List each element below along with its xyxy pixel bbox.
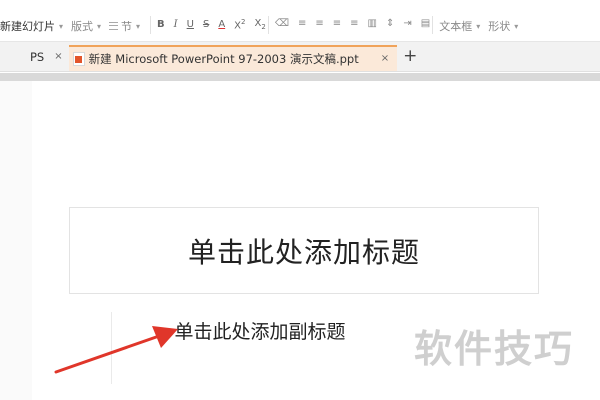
red-arrow-annotation [54, 326, 178, 374]
tab-wps-label: PS [30, 49, 45, 64]
subtitle-placeholder-text: 单击此处添加副标题 [174, 321, 346, 343]
chevron-down-icon: ▾ [514, 21, 519, 31]
title-placeholder-text: 单击此处添加标题 [187, 235, 420, 269]
chevron-down-icon: ▾ [59, 21, 64, 31]
title-placeholder[interactable]: 单击此处添加标题 [69, 207, 539, 294]
chevron-down-icon: ▾ [136, 21, 141, 31]
shape-button[interactable]: 形状 ▾ [488, 18, 518, 34]
new-slide-label: 新建幻灯片 [0, 20, 55, 33]
underline-button[interactable]: U [187, 19, 194, 30]
close-icon[interactable]: × [381, 53, 389, 64]
layout-label: 版式 [71, 20, 94, 33]
new-tab-button[interactable]: + [403, 48, 417, 65]
superscript-label: X [234, 20, 242, 32]
align-left-icon[interactable]: ≡ [298, 18, 306, 29]
divider [267, 16, 269, 34]
section-button[interactable]: 节 ▾ [109, 18, 140, 34]
subscript-mark: 2 [261, 23, 266, 32]
slide-panel-edge [0, 81, 32, 400]
align-right-icon[interactable]: ≡ [333, 18, 341, 29]
section-label: 节 [121, 20, 133, 33]
document-tab-bar: PS × 新建 Microsoft PowerPoint 97-2003 演示文… [0, 42, 600, 72]
chevron-down-icon: ▾ [476, 21, 481, 31]
indent-icon[interactable]: ⇥ [403, 18, 411, 29]
tab-presentation[interactable]: 新建 Microsoft PowerPoint 97-2003 演示文稿.ppt… [68, 44, 398, 71]
chevron-down-icon: ▾ [97, 21, 102, 31]
font-color-button[interactable]: A [218, 19, 225, 30]
distribute-icon[interactable]: ▥ [368, 18, 377, 29]
canvas-border [0, 73, 600, 81]
divider [432, 16, 434, 34]
font-format-group: B I U S A X2 X2 [157, 18, 266, 31]
paragraph-group: ⌫ ≡ ≡ ≡ ≡ ▥ ⇕ ⇥ ▤ [275, 18, 430, 29]
clear-format-icon[interactable]: ⌫ [275, 18, 289, 29]
ribbon-toolbar: 新建幻灯片 ▾ 版式 ▾ 节 ▾ B I U S A X2 X2 ⌫ ≡ ≡ ≡… [0, 0, 600, 42]
new-slide-button[interactable]: 新建幻灯片 ▾ [0, 18, 63, 34]
columns-icon[interactable]: ▤ [421, 18, 430, 29]
tab-presentation-label: 新建 Microsoft PowerPoint 97-2003 演示文稿.ppt [88, 51, 359, 66]
divider [150, 16, 152, 34]
strikethrough-button[interactable]: S [203, 19, 209, 30]
tab-wps[interactable]: PS × [0, 42, 63, 71]
bold-button[interactable]: B [157, 19, 165, 30]
shape-label: 形状 [488, 20, 511, 33]
ppt-file-icon [72, 51, 85, 66]
text-box-label: 文本框 [439, 20, 473, 33]
italic-button[interactable]: I [174, 19, 178, 30]
subscript-button[interactable]: X2 [254, 18, 265, 31]
justify-icon[interactable]: ≡ [350, 18, 358, 29]
text-box-button[interactable]: 文本框 ▾ [439, 18, 480, 34]
align-center-icon[interactable]: ≡ [315, 18, 323, 29]
superscript-mark: 2 [241, 18, 246, 26]
superscript-button[interactable]: X2 [234, 18, 245, 31]
close-icon[interactable]: × [54, 51, 62, 62]
watermark: 软件技巧 [414, 327, 575, 371]
section-icon [109, 22, 119, 30]
line-spacing-icon[interactable]: ⇕ [386, 18, 394, 29]
layout-button[interactable]: 版式 ▾ [71, 18, 101, 34]
